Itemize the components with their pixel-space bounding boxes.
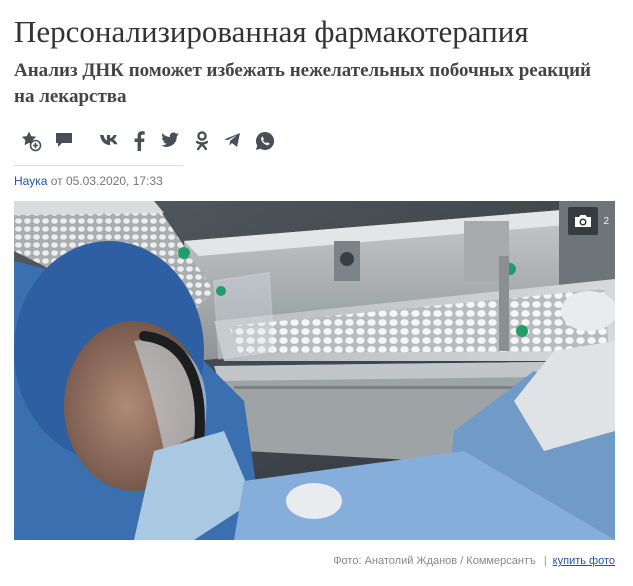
comment-icon[interactable] (54, 130, 74, 155)
favorite-add-icon[interactable] (20, 130, 42, 157)
gallery-badge[interactable]: 2 (568, 207, 609, 235)
twitter-icon[interactable] (159, 130, 181, 155)
date-prefix: от (50, 174, 63, 188)
photo-credit: Фото: Анатолий Жданов / Коммерсантъ (333, 555, 536, 567)
gallery-count: 2 (603, 215, 609, 227)
article-title: Персонализированная фармакотерапия (14, 14, 529, 49)
camera-icon (568, 207, 599, 235)
whatsapp-icon[interactable] (254, 130, 276, 157)
buy-photo-link[interactable]: купить фото (553, 555, 615, 567)
odnoklassniki-icon[interactable] (194, 130, 210, 157)
article-meta: Наука от 05.03.2020, 17:33 (14, 174, 163, 188)
article-photo[interactable]: 2 (14, 201, 615, 540)
photo-caption: Фото: Анатолий Жданов / Коммерсантъ | купи… (333, 555, 615, 567)
publish-date: 05.03.2020, 17:33 (66, 174, 163, 188)
telegram-icon[interactable] (222, 130, 242, 155)
share-toolbar (14, 125, 275, 161)
photo-pharma-lab (14, 201, 615, 540)
vk-icon[interactable] (99, 130, 121, 155)
caption-separator: | (543, 555, 547, 567)
rubric-link[interactable]: Наука (14, 174, 47, 188)
article-subtitle: Анализ ДНК поможет избежать нежелательны… (14, 60, 591, 107)
toolbar-divider (14, 165, 183, 166)
article-header: Персонализированная фармакотерапия Анали… (0, 0, 633, 586)
facebook-icon[interactable] (132, 130, 146, 157)
